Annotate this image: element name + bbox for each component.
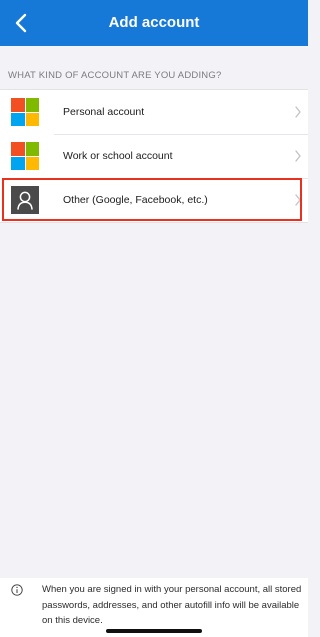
microsoft-logo-icon bbox=[11, 98, 39, 126]
info-icon bbox=[11, 584, 23, 596]
chevron-right-icon bbox=[295, 106, 301, 118]
page-title: Add account bbox=[108, 14, 200, 31]
personal-account-option[interactable]: Personal account bbox=[0, 90, 308, 134]
personal-account-label: Personal account bbox=[63, 106, 145, 118]
microsoft-logo-icon bbox=[11, 142, 39, 170]
home-indicator bbox=[106, 629, 202, 633]
back-button[interactable] bbox=[4, 6, 38, 40]
other-account-option[interactable]: Other (Google, Facebook, etc.) bbox=[0, 178, 308, 222]
other-account-label: Other (Google, Facebook, etc.) bbox=[63, 194, 208, 206]
chevron-right-icon bbox=[295, 194, 301, 206]
work-or-school-account-option[interactable]: Work or school account bbox=[0, 134, 308, 178]
work-or-school-account-label: Work or school account bbox=[63, 150, 173, 162]
section-header: WHAT KIND OF ACCOUNT ARE YOU ADDING? bbox=[8, 70, 222, 81]
autofill-info-text: When you are signed in with your persona… bbox=[42, 584, 302, 626]
nav-bar: Add account bbox=[0, 0, 308, 46]
chevron-left-icon bbox=[15, 13, 27, 33]
chevron-right-icon bbox=[295, 150, 301, 162]
account-type-list: Personal account Work or school account … bbox=[0, 89, 308, 223]
person-icon bbox=[11, 186, 39, 214]
